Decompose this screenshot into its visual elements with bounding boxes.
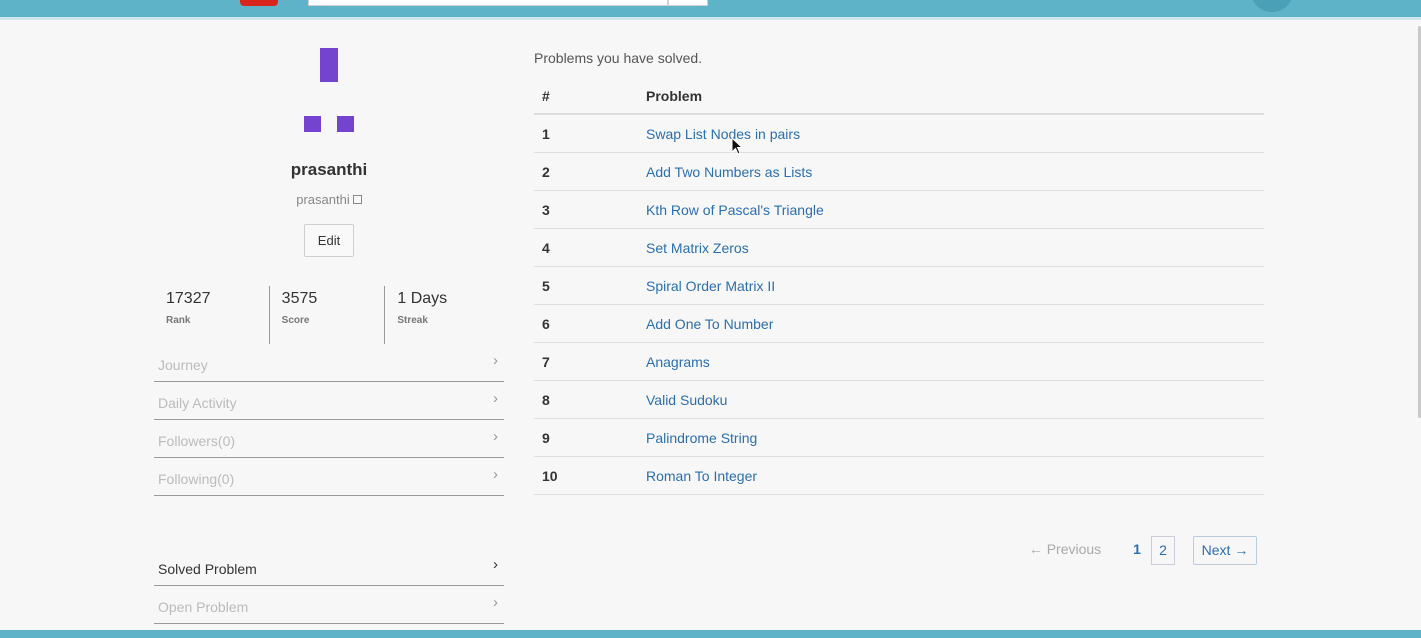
table-row: 8 Valid Sudoku [534,381,1264,419]
table-row: 1 Swap List Nodes in pairs [534,115,1264,153]
problems-table: # Problem 1 Swap List Nodes in pairs 2 Add… [534,78,1264,495]
problem-link[interactable]: Valid Sudoku [646,392,727,408]
chevron-right-icon: › [493,594,498,611]
chevron-right-icon: › [493,390,498,407]
bottom-bar [0,630,1421,638]
profile-handle-text: prasanthi [296,192,350,207]
problem-link[interactable]: Add One To Number [646,316,773,332]
row-num: 1 [542,126,550,142]
stat-label: Score [281,315,310,326]
problem-link[interactable]: Palindrome String [646,430,757,446]
row-num: 9 [542,430,550,446]
external-link-icon[interactable] [352,195,362,204]
profile-handle: prasanthi [154,192,504,207]
problem-menu: Solved Problem › Open Problem › [154,548,504,624]
row-num: 6 [542,316,550,332]
profile-stats: 17327 Rank 3575 Score 1 Days Streak [154,286,500,344]
problem-link[interactable]: Spiral Order Matrix II [646,278,775,294]
row-num: 3 [542,202,550,218]
table-row: 3 Kth Row of Pascal's Triangle [534,191,1264,229]
menu-item-label: Daily Activity [158,395,237,411]
profile-name: prasanthi [290,160,368,179]
stat-label: Rank [166,315,191,326]
menu-item-followers[interactable]: Followers(0) › [154,420,504,458]
menu-item-label: Followers(0) [158,433,236,449]
top-navbar [0,0,1421,20]
stat-value: 17327 [166,290,211,307]
menu-item-label: Open Problem [158,599,249,615]
stat-streak: 1 Days Streak [385,286,500,344]
chevron-right-icon: › [493,352,498,369]
row-num: 10 [542,468,558,484]
menu-item-journey[interactable]: Journey › [154,344,504,382]
stat-score: 3575 Score [270,286,386,344]
row-num: 7 [542,354,550,370]
table-row: 9 Palindrome String [534,419,1264,457]
problem-link[interactable]: Set Matrix Zeros [646,240,749,256]
menu-item-daily-activity[interactable]: Daily Activity › [154,382,504,420]
profile-menu: Journey › Daily Activity › Followers(0) … [154,344,504,496]
stat-value: 3575 [281,290,318,307]
row-num: 8 [542,392,550,408]
header-num: # [542,88,550,104]
stat-value: 1 Days [397,290,448,307]
table-row: 7 Anagrams [534,343,1264,381]
table-row: 6 Add One To Number [534,305,1264,343]
header-problem: Problem [646,88,703,104]
pagination-previous[interactable]: ← Previous [1022,536,1108,565]
problems-caption: Problems you have solved. [534,50,703,66]
problem-link[interactable]: Swap List Nodes in pairs [646,126,800,142]
row-num: 2 [542,164,550,180]
menu-item-label: Following(0) [158,471,235,487]
problem-link[interactable]: Kth Row of Pascal's Triangle [646,202,824,218]
chevron-right-icon: › [493,428,498,445]
chevron-right-icon: › [493,556,498,573]
table-row: 2 Add Two Numbers as Lists [534,153,1264,191]
menu-item-open-problem[interactable]: Open Problem › [154,586,504,624]
table-row: 10 Roman To Integer [534,457,1264,495]
search-input[interactable] [308,0,668,6]
table-header: # Problem [534,78,1264,115]
pagination-next[interactable]: Next → [1193,536,1257,565]
table-row: 5 Spiral Order Matrix II [534,267,1264,305]
edit-profile-button[interactable]: Edit [304,224,354,257]
menu-item-following[interactable]: Following(0) › [154,458,504,496]
user-avatar[interactable] [1252,0,1292,12]
table-row: 4 Set Matrix Zeros [534,229,1264,267]
stat-rank: 17327 Rank [154,286,270,344]
problem-link[interactable]: Anagrams [646,354,710,370]
pagination-page-1[interactable]: 1 [1125,536,1149,565]
menu-item-label: Journey [158,357,208,373]
search-button[interactable] [668,0,708,6]
row-num: 5 [542,278,550,294]
problem-link[interactable]: Add Two Numbers as Lists [646,164,812,180]
problem-link[interactable]: Roman To Integer [646,468,757,484]
chevron-right-icon: › [493,466,498,483]
menu-item-label: Solved Problem [158,561,257,577]
row-num: 4 [542,240,550,256]
site-logo[interactable] [240,0,278,6]
profile-avatar-identicon [300,46,360,136]
stat-label: Streak [397,315,428,326]
pagination-page-2[interactable]: 2 [1151,536,1175,565]
mouse-cursor-icon [731,137,743,155]
menu-item-solved-problem[interactable]: Solved Problem › [154,548,504,586]
